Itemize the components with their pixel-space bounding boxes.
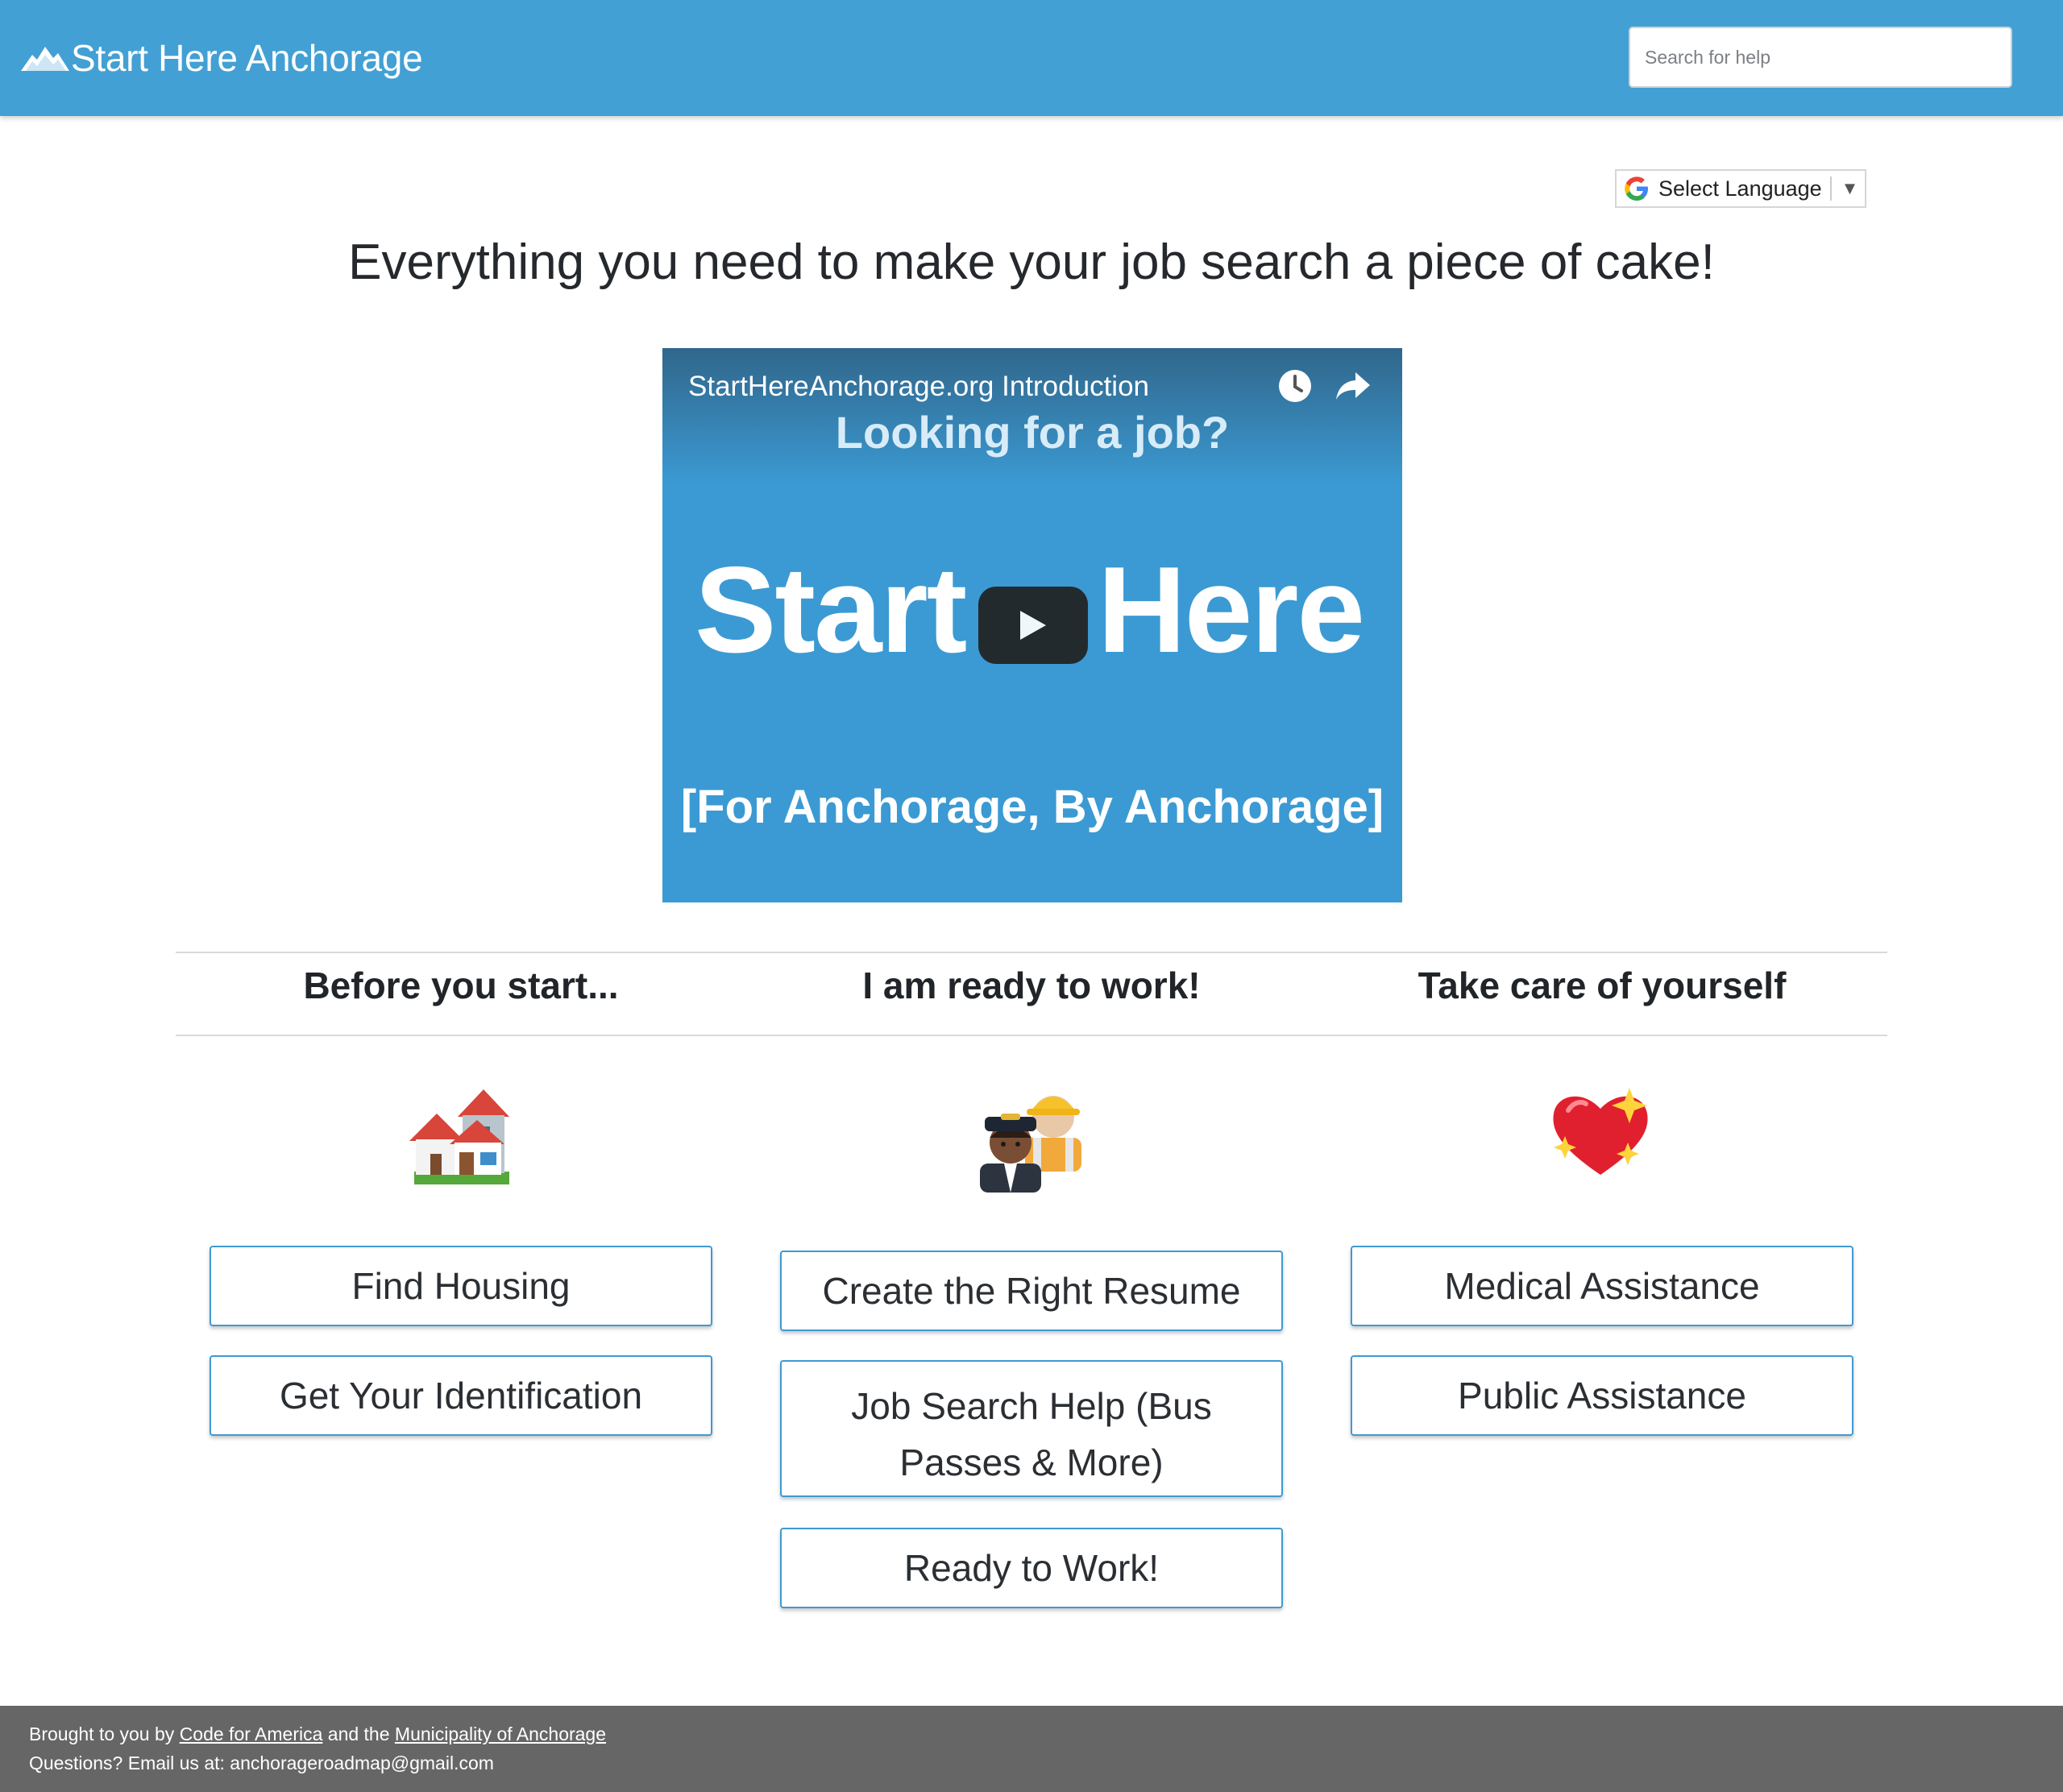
public-assistance-button[interactable]: Public Assistance	[1351, 1355, 1853, 1436]
section-divider-top	[176, 952, 1887, 953]
mountain-icon	[21, 47, 69, 71]
watch-later-icon[interactable]	[1276, 367, 1314, 404]
houses-icon	[409, 1089, 509, 1184]
language-select[interactable]: Select Language ▼	[1615, 169, 1866, 208]
video-title[interactable]: StartHereAnchorage.org Introduction	[688, 371, 1149, 403]
page-headline: Everything you need to make your job sea…	[348, 234, 1715, 290]
play-icon	[1020, 611, 1046, 640]
google-icon	[1625, 176, 1648, 201]
job-search-help-button[interactable]: Job Search Help (Bus Passes & More)	[780, 1360, 1283, 1497]
code-for-america-link[interactable]: Code for America	[180, 1724, 323, 1744]
column-heading-before: Before you start...	[303, 964, 619, 1006]
video-main-text-right: Here	[1098, 541, 1365, 678]
dropdown-arrow-icon: ▼	[1841, 178, 1859, 198]
share-icon[interactable]	[1335, 369, 1372, 403]
section-divider-bottom	[176, 1035, 1887, 1036]
play-button[interactable]	[978, 587, 1088, 664]
column-heading-ready: I am ready to work!	[862, 964, 1201, 1006]
ready-to-work-button[interactable]: Ready to Work!	[780, 1528, 1283, 1608]
get-identification-button[interactable]: Get Your Identification	[210, 1355, 712, 1436]
find-housing-button[interactable]: Find Housing	[210, 1246, 712, 1326]
workers-icon	[980, 1096, 1081, 1193]
footer-prefix: Brought to you by	[29, 1724, 175, 1744]
create-resume-button[interactable]: Create the Right Resume	[780, 1251, 1283, 1331]
footer-middle: and the	[327, 1724, 390, 1744]
top-navbar: Start Here Anchorage	[0, 0, 2063, 116]
medical-assistance-button[interactable]: Medical Assistance	[1351, 1246, 1853, 1326]
sparkling-heart-icon	[1553, 1088, 1648, 1175]
column-heading-care: Take care of yourself	[1418, 964, 1787, 1006]
footer-contact: Questions? Email us at: anchorageroadmap…	[29, 1753, 494, 1773]
footer-credits: Brought to you by Code for America and t…	[29, 1724, 606, 1745]
brand-title: Start Here Anchorage	[71, 37, 423, 79]
language-divider	[1829, 176, 1832, 201]
search-input[interactable]	[1629, 27, 2012, 88]
video-subtitle: Looking for a job?	[835, 407, 1230, 458]
brand-link[interactable]: Start Here Anchorage	[21, 32, 423, 84]
video-tagline: [For Anchorage, By Anchorage]	[680, 781, 1384, 833]
municipality-link[interactable]: Municipality of Anchorage	[395, 1724, 606, 1744]
page-footer: Brought to you by Code for America and t…	[0, 1706, 2063, 1792]
language-label: Select Language	[1658, 176, 1822, 201]
video-player[interactable]: StartHereAnchorage.org Introduction Look…	[662, 348, 1402, 902]
video-main-text-left: Start	[695, 541, 967, 678]
